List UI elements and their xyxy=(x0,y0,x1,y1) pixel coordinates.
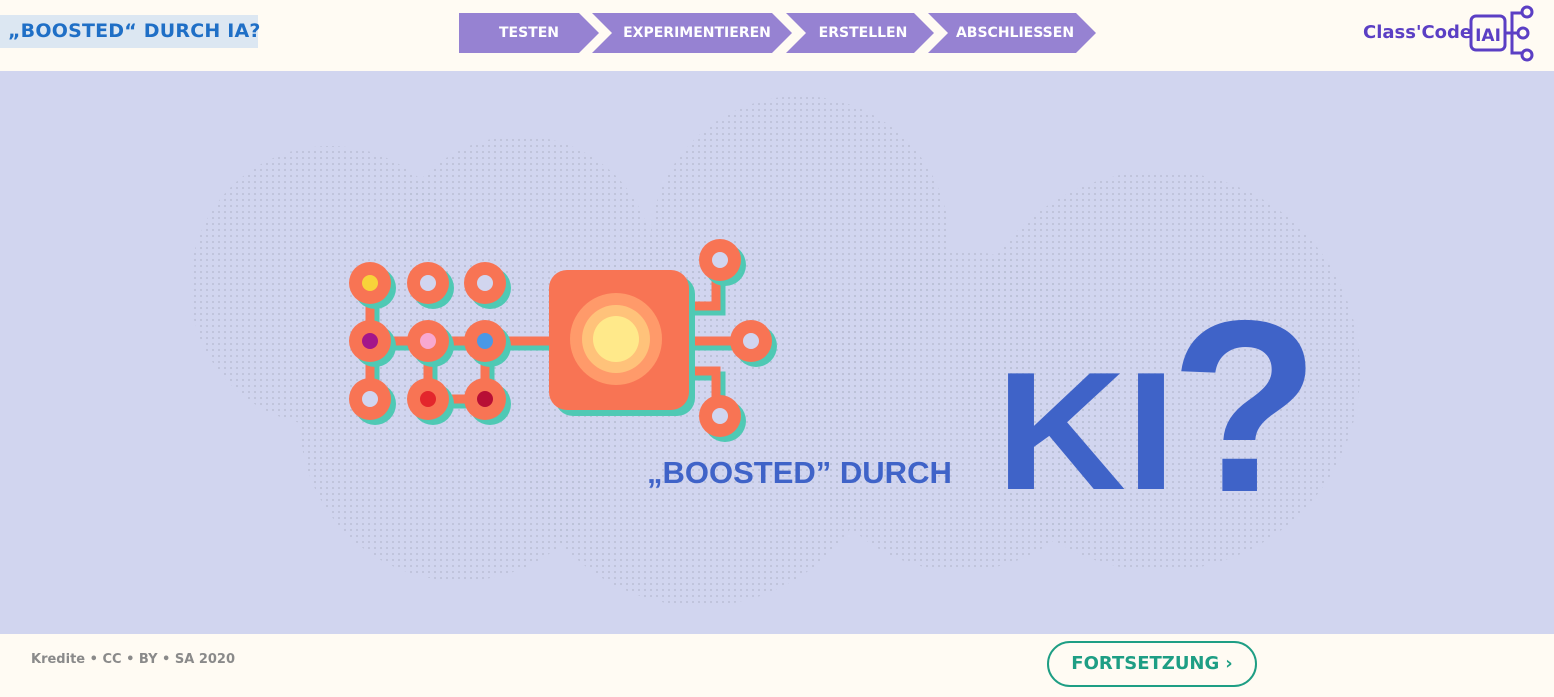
page-title: „BOOSTED“ DURCH IA? xyxy=(0,15,260,48)
logo-text: Class'Code xyxy=(1363,22,1473,43)
classcode-logo[interactable]: Class'Code IAI xyxy=(1363,3,1543,65)
step-testen[interactable]: TESTEN xyxy=(459,13,599,53)
step-experimentieren[interactable]: EXPERIMENTIEREN xyxy=(592,13,792,53)
footer-bar: Kredite • CC • BY • SA 2020 FORTSETZUNG › xyxy=(0,634,1554,697)
circuit-logo-icon: IAI xyxy=(1469,5,1534,62)
credits-link[interactable]: Kredite • CC • BY • SA 2020 xyxy=(31,652,235,667)
logo-badge: IAI xyxy=(1475,26,1501,46)
step-abschliessen[interactable]: ABSCHLIESSEN xyxy=(928,13,1096,53)
step-label: ABSCHLIESSEN xyxy=(955,25,1075,41)
hero-big-text: KI xyxy=(996,337,1176,525)
hero-question-mark: ? xyxy=(1170,269,1320,543)
top-bar: „BOOSTED“ DURCH IA? TESTEN EXPERIMENTIER… xyxy=(0,0,1554,71)
step-label: TESTEN xyxy=(498,25,560,41)
step-label: ERSTELLEN xyxy=(818,25,908,41)
hero-caption: „BOOSTED” DURCH xyxy=(647,455,952,490)
hero-illustration: „BOOSTED” DURCH KI ? xyxy=(190,96,1360,606)
hero-banner: „BOOSTED” DURCH KI ? xyxy=(0,71,1554,634)
chevron-right-icon: › xyxy=(1225,653,1233,674)
step-label: EXPERIMENTIEREN xyxy=(623,25,771,41)
continue-label: FORTSETZUNG xyxy=(1071,653,1220,674)
step-erstellen[interactable]: ERSTELLEN xyxy=(786,13,934,53)
continue-button[interactable]: FORTSETZUNG › xyxy=(1047,641,1257,687)
